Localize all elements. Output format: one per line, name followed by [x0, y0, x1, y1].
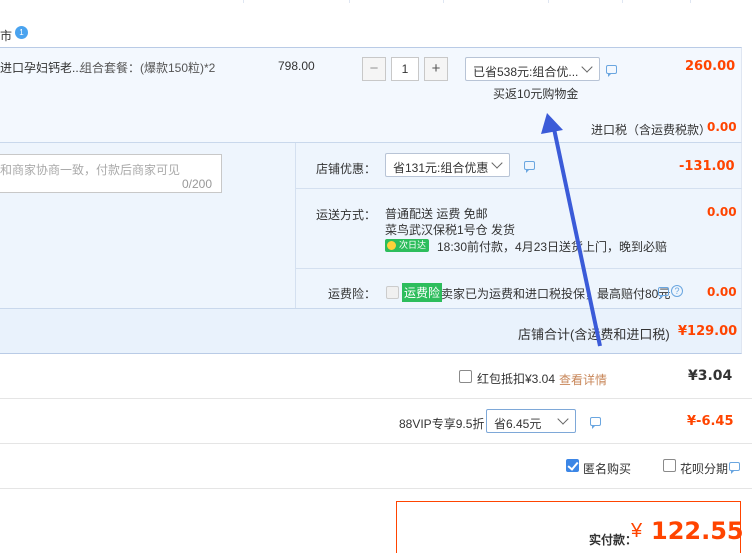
annotation-arrow	[541, 113, 602, 347]
annotation-arrow-line	[551, 123, 602, 347]
annotation-arrow-head	[541, 113, 563, 134]
